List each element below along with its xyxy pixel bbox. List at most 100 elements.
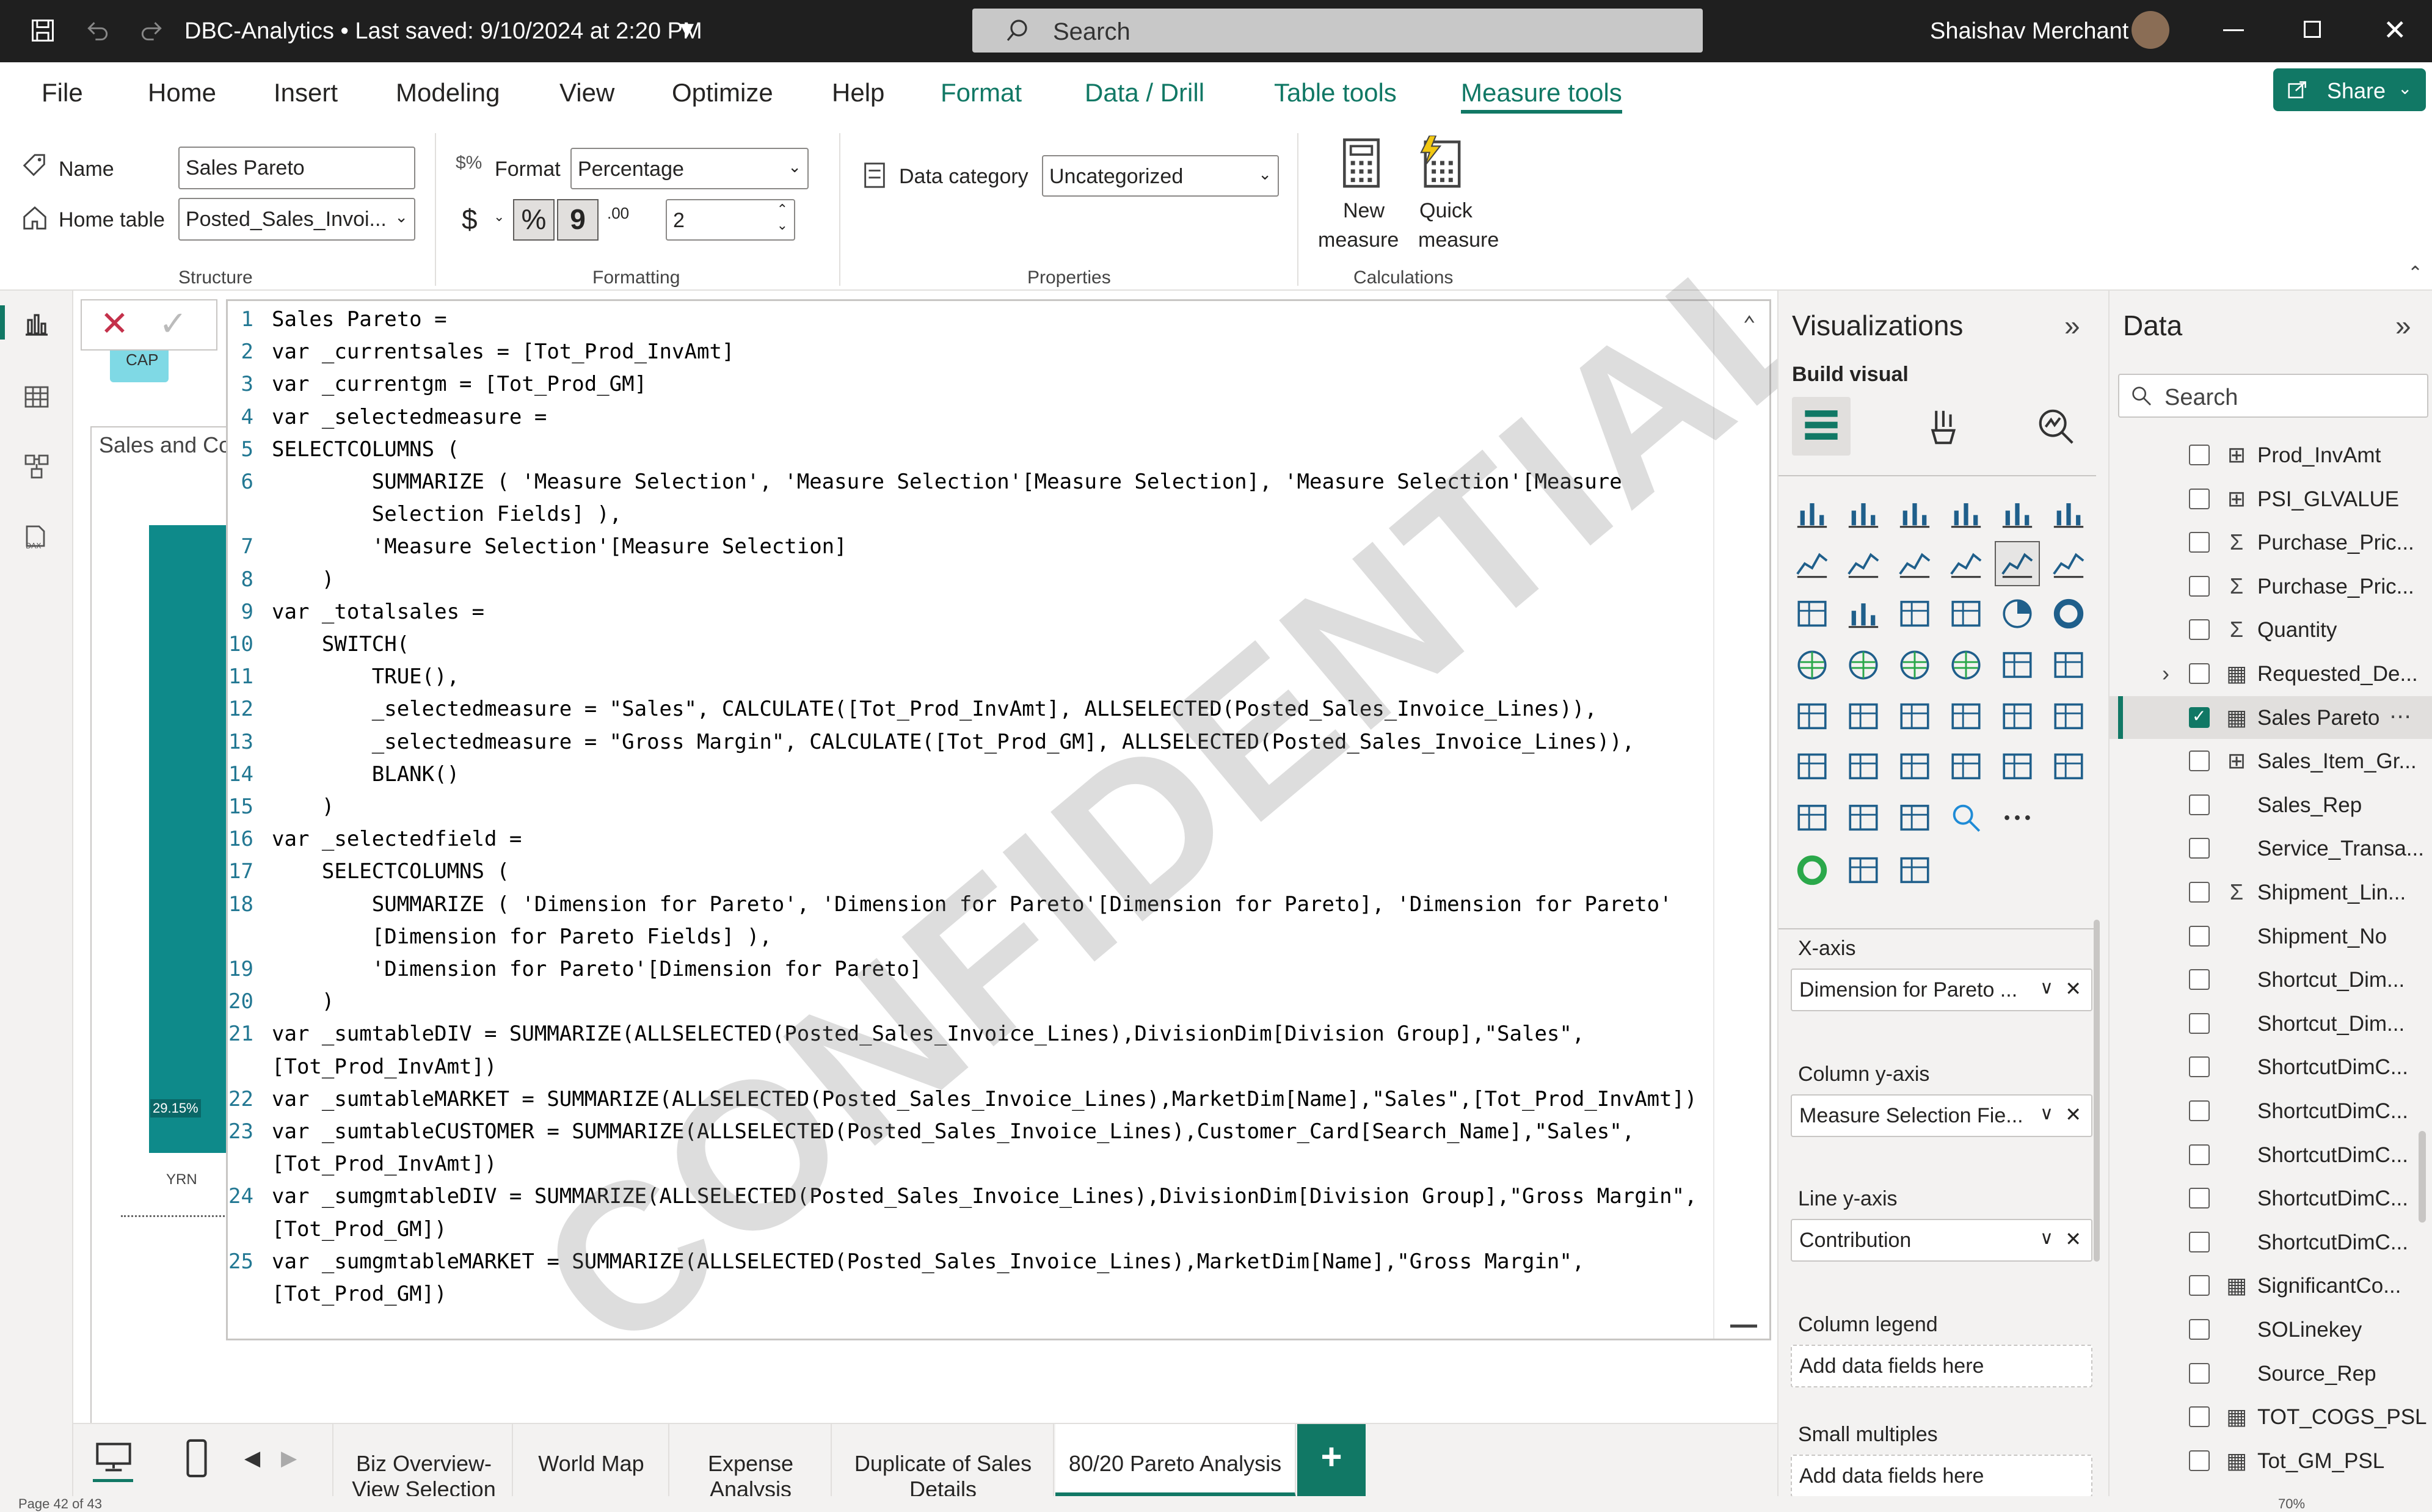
chart-visual[interactable]: Sales and Co 29.15% YRN [90,426,232,1474]
format-select[interactable]: Percentage ⌄ [570,148,809,189]
line-chart-icon[interactable] [1794,546,1830,581]
report-view-icon[interactable] [22,309,51,338]
field-item[interactable]: Shortcut_Dim... [2110,1002,2432,1045]
model-view-icon[interactable] [22,452,51,481]
field-item[interactable]: ⊞ Sales_Item_Gr... [2110,740,2432,782]
field-checkbox[interactable] [2189,969,2210,990]
editor-scroll-thumb[interactable] [1730,1325,1757,1328]
spinner-up-icon[interactable]: ⌃ [777,202,788,217]
remove-field-icon[interactable]: ✕ [2065,1103,2081,1126]
page-tab[interactable]: Biz Overview-View Selection [336,1424,513,1502]
data-pane-scrollbar[interactable] [2419,1131,2426,1223]
gauge-icon[interactable] [2000,647,2035,683]
field-item[interactable]: Σ Quantity [2110,608,2432,651]
field-checkbox[interactable]: ✓ [2189,707,2210,728]
table-view-icon[interactable] [22,382,51,412]
field-checkbox[interactable] [2189,445,2210,465]
field-checkbox[interactable] [2189,1450,2210,1471]
page-tab[interactable]: Duplicate of Sales Details [833,1424,1054,1502]
field-checkbox[interactable] [2189,488,2210,509]
quick-measure-button[interactable]: Quick measure [1410,136,1499,258]
search-icon[interactable] [1948,800,1984,835]
field-item[interactable]: Shortcut_Dim... [2110,958,2432,1001]
field-checkbox[interactable] [2189,794,2210,815]
menu-measure-tools[interactable]: Measure tools [1461,76,1622,114]
collapse-pane-icon[interactable]: » [2064,309,2080,342]
field-checkbox[interactable] [2189,663,2210,684]
clustered-column-chart-icon[interactable] [1948,496,1984,531]
smart-narrative-icon[interactable] [2051,699,2086,734]
field-checkbox[interactable] [2189,1188,2210,1209]
redo-icon[interactable] [138,17,165,44]
metrics-icon[interactable] [1948,749,1984,784]
area-chart-icon[interactable] [1846,546,1881,581]
field-item[interactable]: ▦ TOT_COGS_PSL [2110,1395,2432,1438]
field-checkbox[interactable] [2189,1144,2210,1165]
field-checkbox[interactable] [2189,882,2210,903]
100-stacked-area-chart-icon[interactable] [1948,546,1984,581]
global-search-box[interactable]: Search [972,9,1703,53]
stacked-bar-chart-icon[interactable] [1794,496,1830,531]
field-item[interactable]: ShortcutDimC... [2110,1133,2432,1176]
power-automate-icon[interactable] [1846,800,1881,835]
chevron-down-icon[interactable]: ▼ [675,17,699,43]
field-checkbox[interactable] [2189,532,2210,553]
donut-chart-icon[interactable] [2051,596,2086,631]
power-apps-icon[interactable] [2000,749,2035,784]
decrease-decimal-button[interactable]: .00 [607,204,629,223]
field-item[interactable]: ✓ ▦ Sales Pareto ⋯ [2110,696,2432,739]
field-well-pill[interactable]: Dimension for Pareto ... ∨ ✕ [1791,969,2092,1011]
menu-help[interactable]: Help [832,76,884,110]
filled-map-icon[interactable] [1897,647,1932,683]
field-item[interactable]: ⊞ Prod_InvAmt [2110,434,2432,476]
field-checkbox[interactable] [2189,1231,2210,1252]
chevron-down-icon[interactable]: ∨ [2040,1103,2053,1124]
more-visuals-icon[interactable] [2000,800,2035,835]
cancel-formula-icon[interactable]: ✕ [100,305,129,342]
format-visual-icon[interactable] [1920,405,1963,448]
field-item[interactable]: ShortcutDimC... [2110,1045,2432,1088]
decomposition-tree-icon[interactable] [1794,749,1830,784]
home-table-select[interactable]: Posted_Sales_Invoi... ⌄ [178,198,415,241]
remove-field-icon[interactable]: ✕ [2065,977,2081,1000]
field-well-pill[interactable]: Measure Selection Fie... ∨ ✕ [1791,1094,2092,1137]
key-influencers-icon[interactable] [1794,800,1830,835]
azure-map-icon[interactable] [1948,647,1984,683]
field-item[interactable]: ⊞ PSI_GLVALUE [2110,478,2432,520]
treemap-icon[interactable] [1794,647,1830,683]
comma-style-button[interactable]: 9 [557,199,599,241]
field-well-dropzone[interactable]: Add data fields here [1791,1345,2092,1387]
field-item[interactable]: Source_Rep [2110,1352,2432,1395]
add-page-button[interactable]: + [1297,1424,1366,1497]
card-icon[interactable] [2051,647,2086,683]
menu-home[interactable]: Home [148,76,216,110]
data-search-input[interactable]: Search [2118,374,2428,418]
currency-button[interactable]: $ [462,203,478,236]
field-checkbox[interactable] [2189,1012,2210,1034]
field-item[interactable]: Shipment_No [2110,915,2432,958]
line-stacked-column-chart-icon[interactable] [2051,546,2086,581]
menu-view[interactable]: View [559,76,614,110]
menu-optimize[interactable]: Optimize [672,76,773,110]
field-checkbox[interactable] [2189,1100,2210,1121]
field-checkbox[interactable] [2189,1275,2210,1296]
expand-chevron-icon[interactable]: › [2162,661,2169,686]
analytics-icon[interactable] [2035,405,2078,448]
stacked-column-chart-icon[interactable] [1846,496,1881,531]
previous-page-icon[interactable]: ◀ [244,1446,260,1470]
zoom-level[interactable]: 70% [2278,1496,2305,1512]
build-visual-tab[interactable] [1792,397,1851,456]
menu-modeling[interactable]: Modeling [396,76,500,110]
qa-icon[interactable] [1846,749,1881,784]
kpi-icon[interactable] [1846,699,1881,734]
menu-format[interactable]: Format [941,76,1022,110]
data-category-select[interactable]: Uncategorized ⌄ [1042,155,1279,197]
remove-field-icon[interactable]: ✕ [2065,1227,2081,1251]
page-tab[interactable]: World Map [514,1424,669,1497]
menu-data-drill[interactable]: Data / Drill [1085,76,1204,110]
multi-row-card-icon[interactable] [1794,699,1830,734]
menu-table-tools[interactable]: Table tools [1274,76,1397,110]
pie-chart-icon[interactable] [2000,596,2035,631]
name-input[interactable]: Sales Pareto [178,147,415,189]
commit-formula-icon[interactable]: ✓ [159,305,187,342]
